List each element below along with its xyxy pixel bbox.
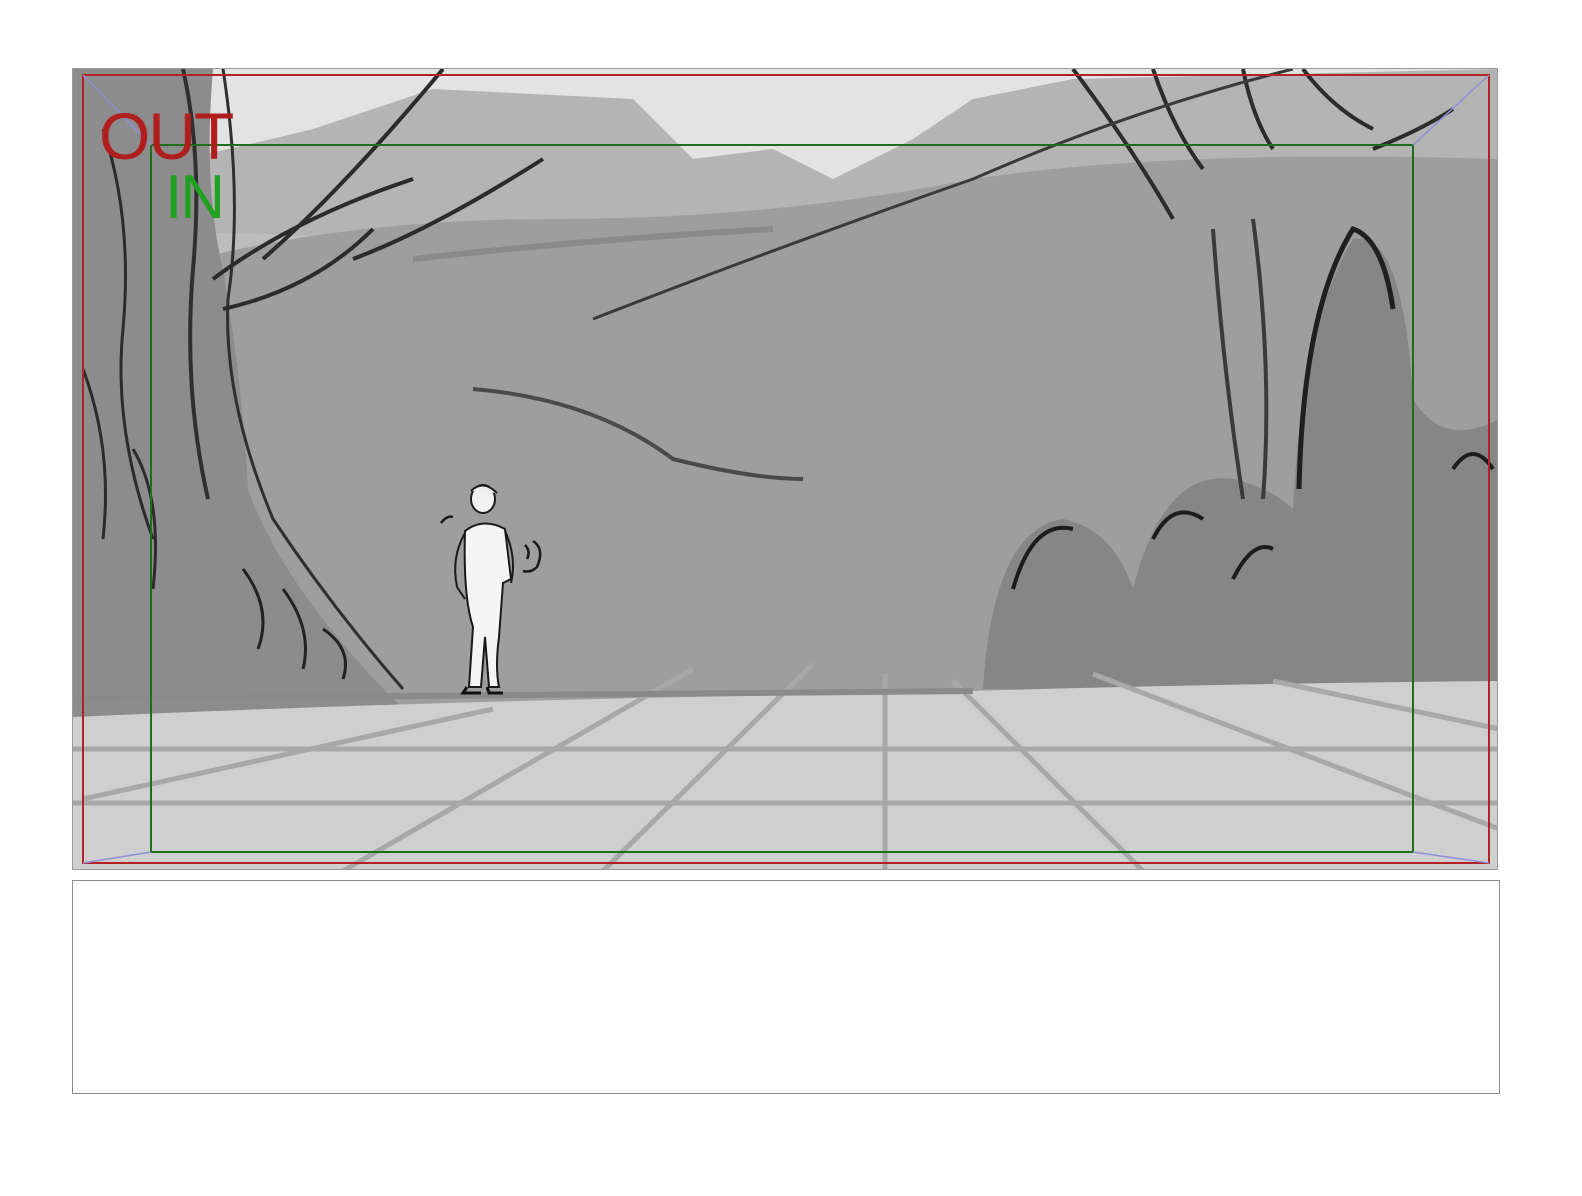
scene-sketch bbox=[73, 69, 1497, 869]
ground-plane bbox=[73, 681, 1497, 869]
out-frame-label: OUT bbox=[99, 99, 234, 173]
storyboard-panel: OUT IN bbox=[72, 68, 1498, 870]
panel-notes-box[interactable] bbox=[72, 880, 1500, 1094]
in-frame-label: IN bbox=[165, 163, 225, 232]
